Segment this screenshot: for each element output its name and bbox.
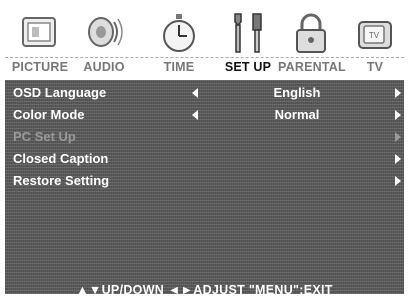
tools-icon <box>234 13 262 53</box>
left-arrow-icon[interactable] <box>192 88 198 98</box>
tab-label: TV <box>366 60 384 74</box>
tab-time[interactable]: TIME <box>146 2 212 80</box>
tv-picture-icon <box>22 17 56 47</box>
menu-row-closed-caption[interactable]: Closed Caption <box>5 148 404 170</box>
menu-tab-bar: PICTURE AUDIO TIME SET UP PARENTAL TV TV <box>5 2 404 80</box>
menu-item-label: PC Set Up <box>13 129 76 144</box>
menu-item-value: Normal <box>274 107 320 122</box>
tv-icon: TV <box>358 21 392 49</box>
stopwatch-icon <box>163 14 195 52</box>
right-arrow-icon[interactable] <box>395 88 401 98</box>
menu-item-label: OSD Language <box>13 85 107 100</box>
svg-text:TV: TV <box>369 31 380 40</box>
menu-row-color-mode[interactable]: Color Mode Normal <box>5 104 404 126</box>
menu-item-label: Color Mode <box>13 107 85 122</box>
tab-label: AUDIO <box>83 60 125 74</box>
tab-picture[interactable]: PICTURE <box>7 2 73 80</box>
menu-item-value: English <box>273 85 321 100</box>
menu-row-pc-setup: PC Set Up <box>5 126 404 148</box>
right-arrow-icon[interactable] <box>395 176 401 186</box>
tab-label: PARENTAL <box>278 60 346 74</box>
tab-label: SET UP <box>224 60 272 74</box>
tab-setup[interactable]: SET UP <box>215 2 281 80</box>
padlock-icon <box>296 13 326 53</box>
tab-label: PICTURE <box>11 60 69 74</box>
menu-row-restore-setting[interactable]: Restore Setting <box>5 170 404 192</box>
tab-label: TIME <box>163 60 195 74</box>
speaker-icon <box>88 17 123 47</box>
tab-parental[interactable]: PARENTAL <box>278 2 346 80</box>
menu-item-label: Closed Caption <box>13 151 109 166</box>
menu-item-label: Restore Setting <box>13 173 110 188</box>
setup-menu-panel: OSD Language English Color Mode Normal P… <box>5 80 404 297</box>
left-arrow-icon[interactable] <box>192 110 198 120</box>
setup-menu-screen: PICTURE AUDIO TIME SET UP PARENTAL TV TV… <box>5 2 404 297</box>
right-arrow-icon <box>395 132 401 142</box>
menu-row-osd-language[interactable]: OSD Language English <box>5 82 404 104</box>
right-arrow-icon[interactable] <box>395 110 401 120</box>
tab-audio[interactable]: AUDIO <box>71 2 137 80</box>
navigation-hint: ▲▼UP/DOWN ◄►ADJUST "MENU":EXIT <box>76 283 333 297</box>
right-arrow-icon[interactable] <box>395 154 401 164</box>
tab-tv[interactable]: TV TV <box>342 2 408 80</box>
